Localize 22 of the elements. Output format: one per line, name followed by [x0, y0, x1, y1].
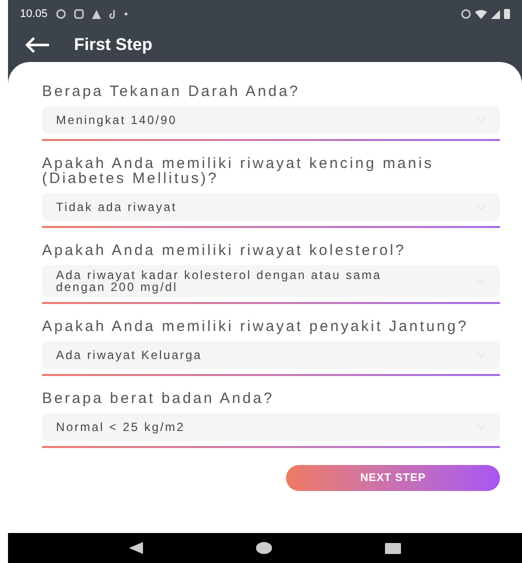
question-label: Berapa Tekanan Darah Anda?: [42, 84, 301, 99]
question-label: Apakah Anda memiliki riwayat kolesterol?: [42, 243, 407, 258]
question-label: Berapa berat badan Anda?: [42, 391, 276, 406]
dropdown-field[interactable]: Ada riwayat kadar kolesterol dengan atau sama dengan 200 mg/dl: [42, 265, 500, 297]
page-title: First Step: [74, 34, 152, 56]
wifi-icon: [475, 9, 487, 19]
dropdown-field[interactable]: Normal < 25 kg/m2: [42, 413, 500, 441]
dropdown-field[interactable]: Ada riwayat Keluarga: [42, 341, 500, 369]
question-label: Apakah Anda memiliki riwayat kencing manis (Diabetes Mellitus)?: [42, 156, 435, 186]
back-arrow-icon[interactable]: [24, 36, 50, 54]
question-label: Apakah Anda memiliki riwayat penyakit Jantung?: [42, 319, 470, 334]
music-note-icon: [108, 9, 116, 19]
warning-triangle-icon: [92, 10, 101, 18]
nav-home-icon[interactable]: [256, 542, 272, 554]
status-time: 10.05: [20, 6, 48, 22]
signal-icon: [491, 10, 500, 18]
dropdown-field[interactable]: Meningkat 140/90: [42, 106, 500, 134]
battery-icon: [504, 9, 510, 19]
dropdown-field[interactable]: Tidak ada riwayat: [42, 193, 500, 221]
nav-recents-icon[interactable]: [385, 542, 402, 554]
nav-back-icon[interactable]: [128, 542, 143, 554]
dot-icon: [124, 12, 128, 16]
